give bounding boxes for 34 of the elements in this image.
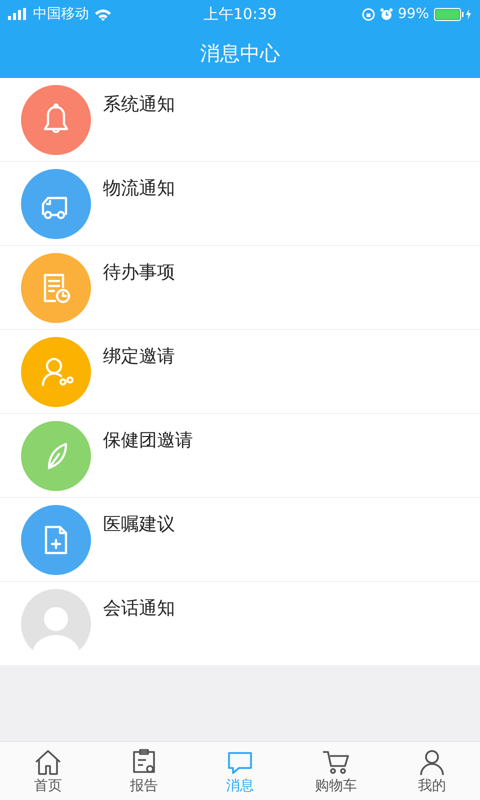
tab-label: 消息 [226, 777, 254, 795]
category-title: 会话通知 [103, 597, 175, 620]
message-category-item[interactable]: 医嘱建议 [0, 498, 480, 582]
tab-label: 我的 [418, 777, 446, 795]
message-category-item[interactable]: 系统通知 [0, 78, 480, 162]
category-title: 待办事项 [103, 261, 175, 284]
message-category-item[interactable]: 绑定邀请 [0, 330, 480, 414]
tab-item[interactable]: 我的 [384, 742, 480, 800]
tab-label: 购物车 [315, 777, 357, 795]
carrier-name: 中国移动 [33, 5, 89, 23]
tab-label: 首页 [34, 777, 62, 795]
rotation-lock-icon [362, 8, 375, 20]
message-category-item[interactable]: 保健团邀请 [0, 414, 480, 498]
battery-percent: 99% [398, 6, 429, 22]
category-title: 医嘱建议 [103, 513, 175, 536]
message-category-item[interactable]: 物流通知 [0, 162, 480, 246]
user-icon [417, 747, 447, 777]
alarm-icon [380, 8, 393, 20]
signal-icon [8, 8, 28, 20]
category-title: 保健团邀请 [103, 429, 193, 452]
tab-item[interactable]: 购物车 [288, 742, 384, 800]
wifi-icon [94, 8, 112, 20]
message-category-item[interactable]: 待办事项 [0, 246, 480, 330]
category-title: 物流通知 [103, 177, 175, 200]
category-title: 绑定邀请 [103, 345, 175, 368]
tab-label: 报告 [130, 777, 158, 795]
category-title: 系统通知 [103, 93, 175, 116]
message-category-item[interactable]: 会话通知 [0, 582, 480, 666]
tab-item[interactable]: 首页 [0, 742, 96, 800]
page-title: 消息中心 [200, 40, 280, 66]
home-icon [33, 747, 63, 777]
tab-item[interactable]: 报告 [96, 742, 192, 800]
battery-charging-icon [434, 8, 472, 20]
status-time: 上午10:39 [203, 4, 277, 24]
